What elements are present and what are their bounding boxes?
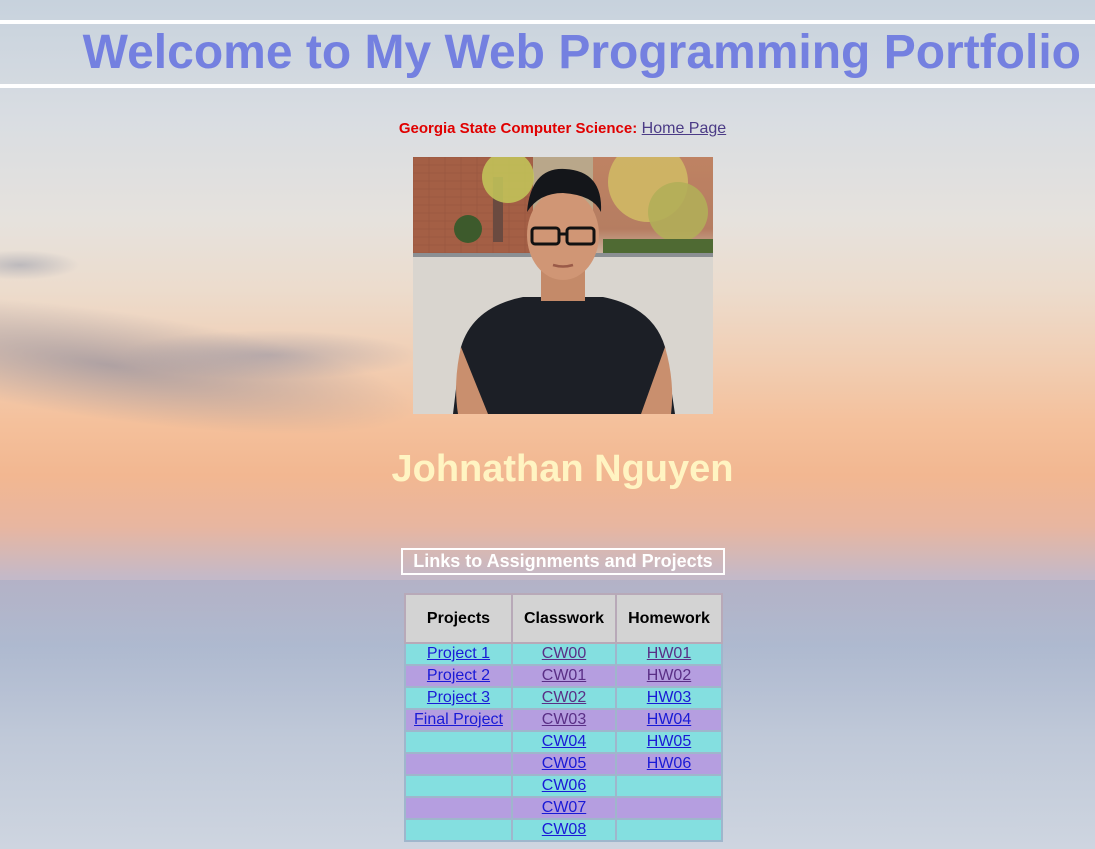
cw05-link[interactable]: CW05 — [542, 755, 586, 772]
sky-cloud — [120, 330, 420, 380]
table-cell: CW05 — [511, 752, 617, 776]
hw01-link[interactable]: HW01 — [647, 645, 691, 662]
table-row: CW05 HW06 — [404, 752, 723, 776]
cw03-link[interactable]: CW03 — [542, 711, 586, 728]
hw04-link[interactable]: HW04 — [647, 711, 691, 728]
hw02-link[interactable]: HW02 — [647, 667, 691, 684]
department-label: Georgia State Computer Science: — [398, 120, 638, 137]
profile-photo-illustration — [413, 157, 713, 414]
table-cell-empty — [404, 774, 513, 798]
cw00-link[interactable]: CW00 — [542, 645, 586, 662]
table-cell: CW08 — [511, 818, 617, 842]
hw05-link[interactable]: HW05 — [647, 733, 691, 750]
profile-name: Johnathan Nguyen — [391, 448, 734, 490]
sky-cloud — [0, 250, 80, 280]
cw07-link[interactable]: CW07 — [542, 799, 586, 816]
cw04-link[interactable]: CW04 — [542, 733, 586, 750]
table-cell: HW03 — [615, 686, 723, 710]
cw06-link[interactable]: CW06 — [542, 777, 586, 794]
table-cell: CW02 — [511, 686, 617, 710]
table-cell-empty — [615, 818, 723, 842]
table-row: Project 1 CW00 HW01 — [404, 642, 723, 666]
table-cell: CW06 — [511, 774, 617, 798]
table-cell: Project 3 — [404, 686, 513, 710]
table-cell: HW01 — [615, 642, 723, 666]
table-row: CW06 — [404, 774, 723, 798]
cw08-link[interactable]: CW08 — [542, 821, 586, 838]
table-row: Final Project CW03 HW04 — [404, 708, 723, 732]
profile-photo — [413, 157, 713, 414]
table-row: CW07 — [404, 796, 723, 820]
table-cell: HW05 — [615, 730, 723, 754]
table-cell: Project 1 — [404, 642, 513, 666]
table-cell: CW01 — [511, 664, 617, 688]
table-cell: CW00 — [511, 642, 617, 666]
final-project-link[interactable]: Final Project — [414, 711, 503, 728]
project-3-link[interactable]: Project 3 — [427, 689, 490, 706]
hw06-link[interactable]: HW06 — [647, 755, 691, 772]
table-cell: Final Project — [404, 708, 513, 732]
table-row: CW08 — [404, 818, 723, 842]
table-row: Project 2 CW01 HW02 — [404, 664, 723, 688]
page-title: Welcome to My Web Programming Portfolio — [82, 26, 1081, 79]
table-cell: HW04 — [615, 708, 723, 732]
column-header-classwork: Classwork — [511, 593, 617, 644]
cw02-link[interactable]: CW02 — [542, 689, 586, 706]
cw01-link[interactable]: CW01 — [542, 667, 586, 684]
table-row: CW04 HW05 — [404, 730, 723, 754]
table-row: Project 3 CW02 HW03 — [404, 686, 723, 710]
hw03-link[interactable]: HW03 — [647, 689, 691, 706]
home-page-link[interactable]: Home Page — [642, 120, 727, 137]
table-cell-empty — [615, 796, 723, 820]
table-cell-empty — [615, 774, 723, 798]
project-2-link[interactable]: Project 2 — [427, 667, 490, 684]
column-header-homework: Homework — [615, 593, 723, 644]
table-cell-empty — [404, 796, 513, 820]
table-cell: CW03 — [511, 708, 617, 732]
table-cell-empty — [404, 818, 513, 842]
department-line: Georgia State Computer Science: Home Pag… — [0, 120, 1095, 138]
table-header-row: Projects Classwork Homework — [404, 593, 723, 644]
project-1-link[interactable]: Project 1 — [427, 645, 490, 662]
table-cell: CW07 — [511, 796, 617, 820]
column-header-projects: Projects — [404, 593, 513, 644]
table-cell: HW02 — [615, 664, 723, 688]
table-cell: CW04 — [511, 730, 617, 754]
links-section-heading: Links to Assignments and Projects — [401, 548, 725, 575]
assignments-table: Projects Classwork Homework Project 1 CW… — [404, 593, 723, 842]
table-cell: HW06 — [615, 752, 723, 776]
table-cell: Project 2 — [404, 664, 513, 688]
table-cell-empty — [404, 730, 513, 754]
header-banner: Welcome to My Web Programming Portfolio — [0, 20, 1095, 88]
table-cell-empty — [404, 752, 513, 776]
